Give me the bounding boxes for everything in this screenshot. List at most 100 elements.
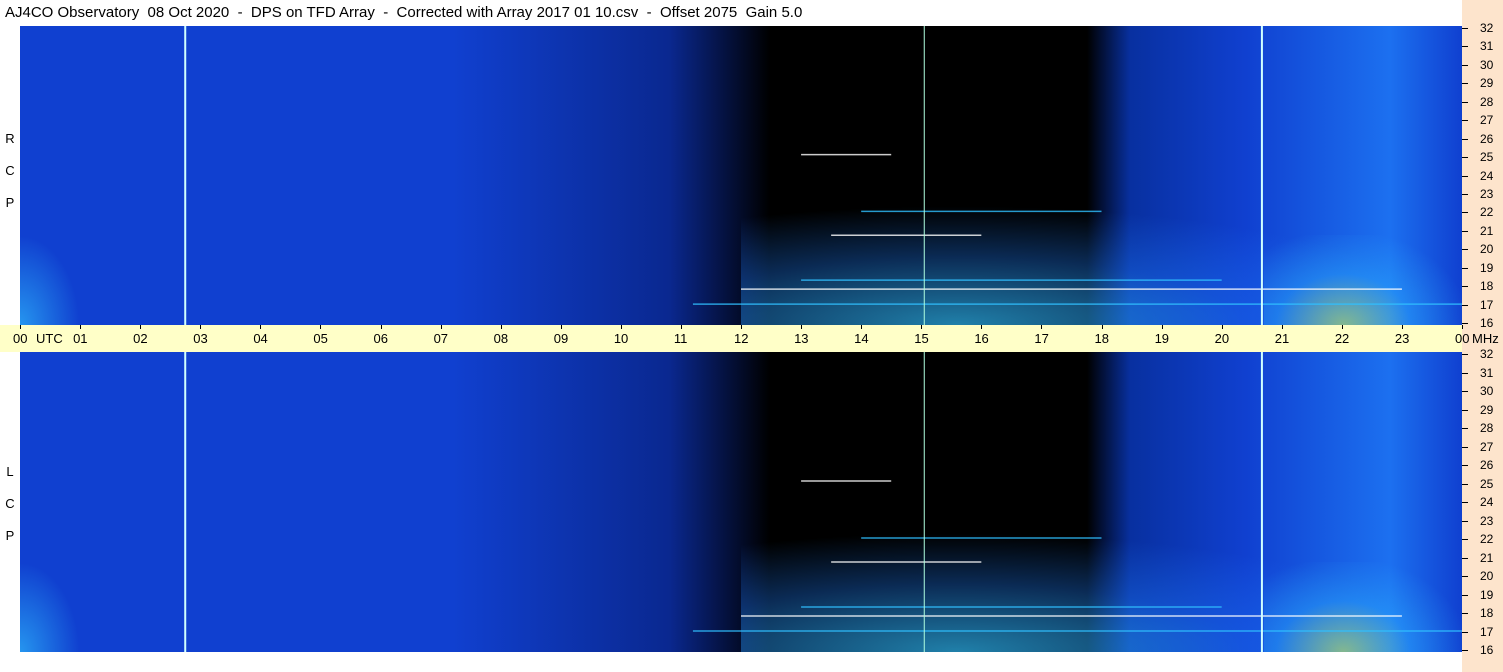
- x-tick-label: UTC: [36, 331, 63, 346]
- y-tick-mark: [1462, 557, 1468, 559]
- y-tick-mark: [1462, 502, 1468, 503]
- y-tick-label: 28: [1480, 421, 1494, 435]
- y-tick-mark: [1462, 631, 1468, 633]
- y-tick-label: 25: [1480, 476, 1494, 491]
- x-tick-mark: [20, 325, 21, 329]
- x-tick-label: 00: [13, 331, 28, 346]
- y-tick-label: 22: [1480, 205, 1494, 220]
- y-tick-mark: [1462, 304, 1468, 306]
- x-tick-label: 13: [794, 331, 809, 346]
- x-tick-label: 03: [193, 331, 208, 346]
- y-tick-label: 30: [1480, 57, 1494, 72]
- x-tick-mark: [620, 325, 622, 329]
- y-tick-label: 17: [1480, 624, 1494, 639]
- x-tick-label: 18: [1094, 331, 1109, 346]
- y-tick-mark: [1462, 520, 1468, 522]
- y-tick-label: 32: [1480, 21, 1494, 35]
- x-tick-label: 17: [1034, 331, 1049, 346]
- x-tick-label: 20: [1214, 331, 1230, 346]
- x-tick-label: 14: [854, 331, 869, 346]
- y-tick-mark: [1462, 354, 1468, 355]
- y-tick-mark: [1462, 428, 1468, 429]
- x-tick-label: 07: [433, 331, 449, 346]
- y-tick-mark: [1462, 212, 1468, 214]
- y-tick-mark: [1462, 157, 1468, 159]
- x-tick-label: 05: [313, 331, 328, 346]
- y-tick-label: 31: [1480, 39, 1494, 54]
- x-tick-mark: [440, 325, 442, 329]
- y-tick-mark: [1462, 372, 1468, 374]
- x-tick-mark: [260, 325, 262, 329]
- y-tick-label: 28: [1480, 94, 1494, 109]
- x-tick-mark: [560, 325, 562, 329]
- y-tick-mark: [1462, 391, 1468, 392]
- x-tick-mark: [801, 325, 803, 329]
- y-tick-mark: [1462, 539, 1468, 540]
- x-tick-label: 01: [73, 331, 88, 346]
- y-tick-label: 31: [1480, 365, 1494, 380]
- x-tick-label: 21: [1274, 331, 1290, 346]
- x-tick-mark: [921, 325, 923, 329]
- x-tick-mark: [861, 325, 863, 329]
- x-tick-label: 11: [673, 331, 688, 346]
- y-tick-mark: [1462, 120, 1468, 122]
- y-tick-label: 26: [1480, 131, 1494, 146]
- y-tick-label: 16: [1480, 643, 1494, 657]
- x-tick-mark: [1401, 325, 1403, 329]
- y-tick-label: 20: [1480, 569, 1494, 583]
- y-tick-label: 30: [1480, 384, 1494, 398]
- x-tick-mark: [1101, 325, 1103, 329]
- x-tick-label: 06: [373, 331, 388, 346]
- x-tick-label: 08: [493, 331, 509, 346]
- x-tick-label: 09: [553, 331, 569, 346]
- y-tick-mark: [1462, 267, 1468, 269]
- x-tick-mark: [1221, 325, 1223, 329]
- x-tick-label: 22: [1334, 331, 1350, 346]
- y-tick-label: 24: [1480, 495, 1494, 509]
- y-tick-mark: [1462, 483, 1468, 485]
- y-tick-label: 22: [1480, 532, 1494, 546]
- x-tick-label: 10: [613, 331, 629, 346]
- y-tick-mark: [1462, 446, 1468, 448]
- y-tick-label: 27: [1480, 439, 1494, 454]
- y-tick-mark: [1462, 28, 1468, 29]
- x-tick-mark: [1281, 325, 1283, 329]
- x-tick-mark: [1161, 325, 1163, 329]
- x-tick-label: 02: [133, 331, 148, 346]
- y-tick-label: 24: [1480, 168, 1494, 183]
- y-tick-mark: [1462, 193, 1468, 195]
- y-tick-mark: [1462, 83, 1468, 85]
- x-tick-label: 00: [1455, 331, 1470, 346]
- y-tick-mark: [1462, 576, 1468, 577]
- y-tick-label: 27: [1480, 113, 1494, 128]
- y-tick-label: 23: [1480, 186, 1494, 201]
- x-tick-label: 19: [1154, 331, 1170, 346]
- y-tick-mark: [1462, 138, 1468, 140]
- y-tick-mark: [1462, 101, 1468, 103]
- y-tick-mark: [1462, 64, 1468, 66]
- y-tick-label: 19: [1480, 587, 1494, 602]
- x-tick-mark: [320, 325, 322, 329]
- y-tick-label: 29: [1480, 402, 1494, 417]
- y-tick-label: 25: [1480, 150, 1494, 165]
- x-tick-mark: [1462, 325, 1463, 329]
- y-tick-mark: [1462, 249, 1468, 251]
- x-tick-mark: [380, 325, 382, 329]
- y-tick-mark: [1462, 175, 1468, 177]
- y-tick-label: 18: [1480, 606, 1494, 620]
- y-tick-label: 18: [1480, 279, 1494, 294]
- x-tick-label: MHz: [1472, 331, 1499, 346]
- y-tick-mark: [1462, 286, 1468, 288]
- y-tick-mark: [1462, 323, 1468, 324]
- x-tick-label: 15: [914, 331, 929, 346]
- x-tick-mark: [680, 325, 682, 329]
- y-tick-label: 21: [1480, 223, 1494, 238]
- x-tick-label: 23: [1394, 331, 1410, 346]
- x-tick-mark: [1341, 325, 1343, 329]
- x-tick-mark: [981, 325, 983, 329]
- x-tick-mark: [500, 325, 502, 329]
- x-tick-label: 04: [253, 331, 268, 346]
- y-tick-label: 19: [1480, 260, 1494, 275]
- y-tick-mark: [1462, 230, 1468, 232]
- y-tick-label: 21: [1480, 550, 1494, 565]
